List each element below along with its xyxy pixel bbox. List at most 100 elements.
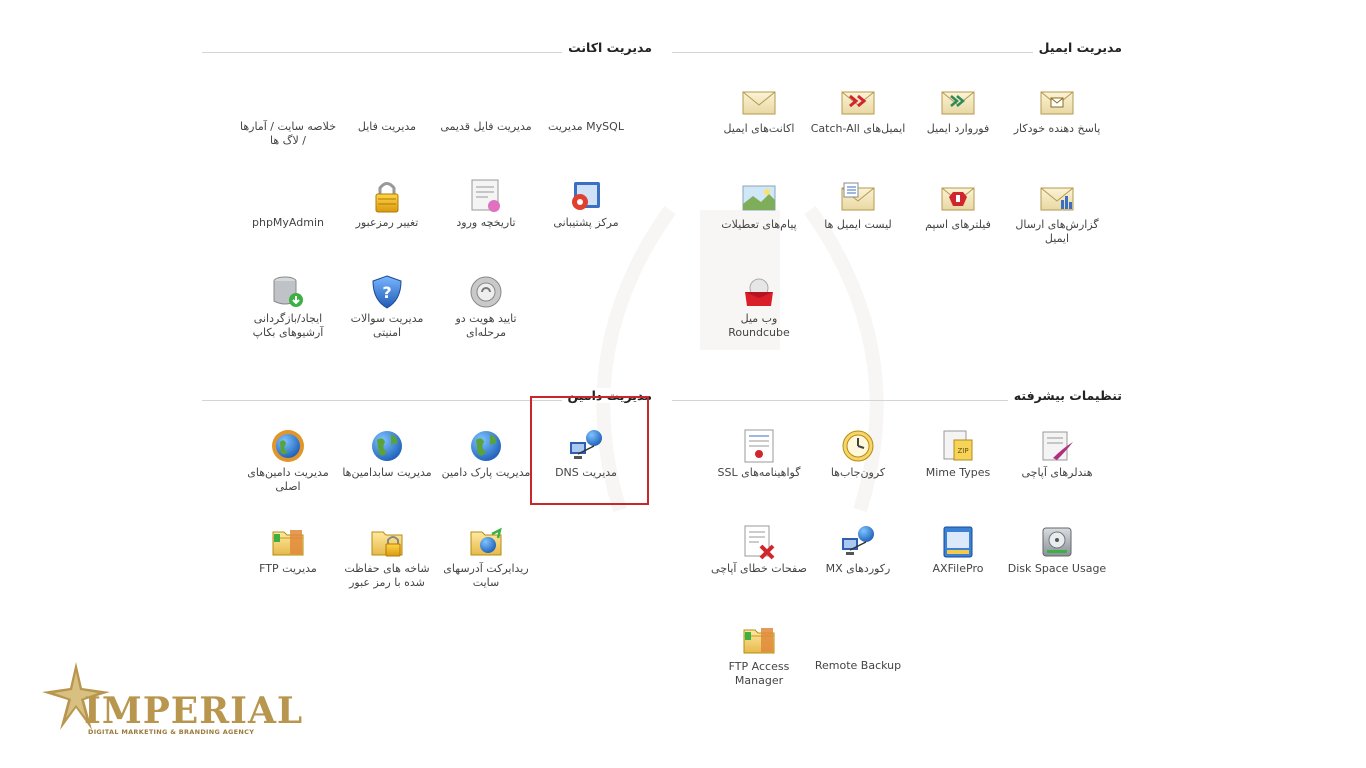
item-label: AXFilePro	[932, 562, 984, 575]
autoresponder-item[interactable]: پاسخ دهنده خودکار	[1007, 84, 1107, 136]
item-label: وب میل Roundcube	[728, 312, 790, 339]
item-label: صفحات خطای آپاچی	[711, 562, 807, 575]
item-label: گزارش‌های ارسال ایمیل	[1015, 218, 1099, 245]
email-accounts-item[interactable]: اکانت‌های ایمیل	[709, 84, 809, 136]
security-questions-item[interactable]: ? مدیریت سوالات امنیتی	[337, 274, 437, 340]
ssl-certificate-icon	[744, 429, 774, 463]
two-factor-icon	[470, 276, 502, 308]
apache-handler-icon	[1042, 431, 1073, 461]
email-section-title: مدیریت ایمیل	[1032, 40, 1122, 55]
disk-space-usage-item[interactable]: Disk Space Usage	[1007, 524, 1107, 576]
login-history-item[interactable]: تاریخچه ورود	[436, 178, 536, 230]
mime-types-item[interactable]: ZIP Mime Types	[908, 428, 1008, 480]
item-label: Remote Backup	[814, 659, 902, 672]
item-label: فوروارد ایمیل	[926, 122, 990, 135]
item-label: Mime Types	[925, 466, 991, 479]
autoresponder-envelope-icon	[1040, 91, 1074, 115]
forward-email-item[interactable]: فوروارد ایمیل	[908, 84, 1008, 136]
vacation-message-icon	[742, 185, 776, 211]
item-label: FTP Access Manager	[728, 660, 790, 687]
mailing-lists-item[interactable]: لیست ایمیل ها	[808, 180, 908, 232]
spam-filters-item[interactable]: فیلترهای اسپم	[908, 180, 1008, 232]
globe-gear-icon	[272, 430, 304, 462]
ftp-access-manager-item[interactable]: FTP Access Manager	[709, 622, 809, 688]
item-label: مدیریت دامین‌های اصلی	[247, 466, 329, 493]
locked-folder-icon	[371, 531, 403, 557]
item-label: تغییر رمزعبور	[355, 216, 419, 229]
item-label: ایمیل‌های Catch-All	[810, 122, 906, 135]
advanced-section-header: تنظیمات بیشرفته	[672, 388, 1122, 408]
login-history-icon	[471, 179, 500, 212]
item-label: گواهینامه‌های SSL	[717, 466, 801, 479]
redirects-item[interactable]: ریدایرکت آدرسهای سایت	[436, 524, 536, 590]
item-label: مرکز پشتیبانی	[553, 216, 619, 229]
password-protected-dirs-item[interactable]: شاخه های حفاظت شده با رمز عبور	[337, 524, 437, 590]
padlock-icon	[375, 182, 399, 213]
parked-domains-item[interactable]: مدیریت پارک دامین	[436, 428, 536, 480]
item-label: ریدایرکت آدرسهای سایت	[443, 562, 529, 589]
phpmyadmin-item[interactable]: phpMyAdmin	[238, 214, 338, 230]
subdomains-item[interactable]: مدیریت سابدامین‌ها	[337, 428, 437, 480]
catch-all-item[interactable]: ایمیل‌های Catch-All	[808, 84, 908, 136]
cron-jobs-item[interactable]: کرون‌جاب‌ها	[808, 428, 908, 480]
main-domains-item[interactable]: مدیریت دامین‌های اصلی	[238, 428, 338, 494]
apache-handlers-item[interactable]: هندلرهای آپاچی	[1007, 428, 1107, 480]
item-label: تایید هویت دو مرحله‌ای	[455, 312, 517, 339]
axfilepro-item[interactable]: AXFilePro	[908, 524, 1008, 576]
item-label: کرون‌جاب‌ها	[830, 466, 886, 479]
vacation-messages-item[interactable]: پیام‌های تعطیلات	[709, 180, 809, 232]
item-label: پیام‌های تعطیلات	[721, 218, 797, 231]
globe-icon	[372, 431, 402, 461]
file-manager-item[interactable]: مدیریت فایل	[337, 118, 437, 134]
item-label: لیست ایمیل ها	[824, 218, 892, 231]
ftp-folder-icon	[743, 628, 775, 654]
forward-envelope-icon	[941, 91, 975, 115]
apache-error-pages-item[interactable]: صفحات خطای آپاچی	[709, 524, 809, 576]
item-label: پاسخ دهنده خودکار	[1013, 122, 1101, 135]
svg-text:ZIP: ZIP	[957, 447, 968, 455]
mx-records-icon	[842, 526, 874, 555]
ftp-management-item[interactable]: مدیریت FTP	[238, 524, 338, 576]
email-report-icon	[1040, 187, 1074, 211]
email-section-header: مدیریت ایمیل	[672, 40, 1122, 60]
email-delivery-reports-item[interactable]: گزارش‌های ارسال ایمیل	[1007, 180, 1107, 246]
two-factor-auth-item[interactable]: تایید هویت دو مرحله‌ای	[436, 274, 536, 340]
remote-backup-item[interactable]: Remote Backup	[808, 657, 908, 673]
item-label: مدیریت سوالات امنیتی	[350, 312, 424, 339]
item-label: مدیریت FTP	[259, 562, 317, 575]
item-label: مدیریت پارک دامین	[441, 466, 531, 479]
support-center-item[interactable]: مرکز پشتیبانی	[536, 178, 636, 230]
clock-icon	[842, 430, 874, 462]
catch-all-envelope-icon	[841, 91, 875, 115]
account-section-header: مدیریت اکانت	[202, 40, 652, 60]
mime-types-icon: ZIP	[943, 430, 973, 461]
item-label: هندلرهای آپاچی	[1021, 466, 1093, 479]
redirect-folder-icon	[470, 527, 502, 556]
item-label: تاریخچه ورود	[456, 216, 516, 229]
roundcube-icon	[745, 278, 773, 306]
mx-records-item[interactable]: رکوردهای MX	[808, 524, 908, 576]
mailing-list-icon	[841, 182, 875, 211]
item-label: شاخه های حفاظت شده با رمز عبور	[344, 562, 430, 589]
roundcube-webmail-item[interactable]: وب میل Roundcube	[709, 274, 809, 340]
error-pages-icon	[744, 525, 775, 560]
change-password-item[interactable]: تغییر رمزعبور	[337, 178, 437, 230]
disk-space-icon	[1042, 527, 1072, 557]
backup-archives-item[interactable]: ایجاد/بازگردانی آرشیوهای بکاپ	[238, 274, 338, 340]
dns-highlight-box	[530, 396, 649, 505]
site-summary-item[interactable]: خلاصه سایت / آمارها / لاگ ها	[238, 118, 338, 148]
item-label: مدیریت فایل قدیمی	[440, 120, 532, 133]
axfilepro-icon	[943, 526, 973, 558]
account-section-title: مدیریت اکانت	[562, 40, 652, 55]
security-shield-icon: ?	[372, 275, 402, 309]
imperial-logo: IMPERIAL DIGITAL MARKETING & BRANDING AG…	[40, 660, 302, 740]
globe-icon	[471, 431, 501, 461]
advanced-section-title: تنظیمات بیشرفته	[1007, 388, 1122, 403]
ssl-certificates-item[interactable]: گواهینامه‌های SSL	[709, 428, 809, 480]
item-label: مدیریت فایل	[357, 120, 417, 133]
envelope-icon	[742, 91, 776, 115]
item-label: مدیریت MySQL	[548, 120, 624, 133]
item-label: اکانت‌های ایمیل	[723, 122, 795, 135]
mysql-management-item[interactable]: مدیریت MySQL	[536, 118, 636, 134]
legacy-file-manager-item[interactable]: مدیریت فایل قدیمی	[436, 118, 536, 134]
